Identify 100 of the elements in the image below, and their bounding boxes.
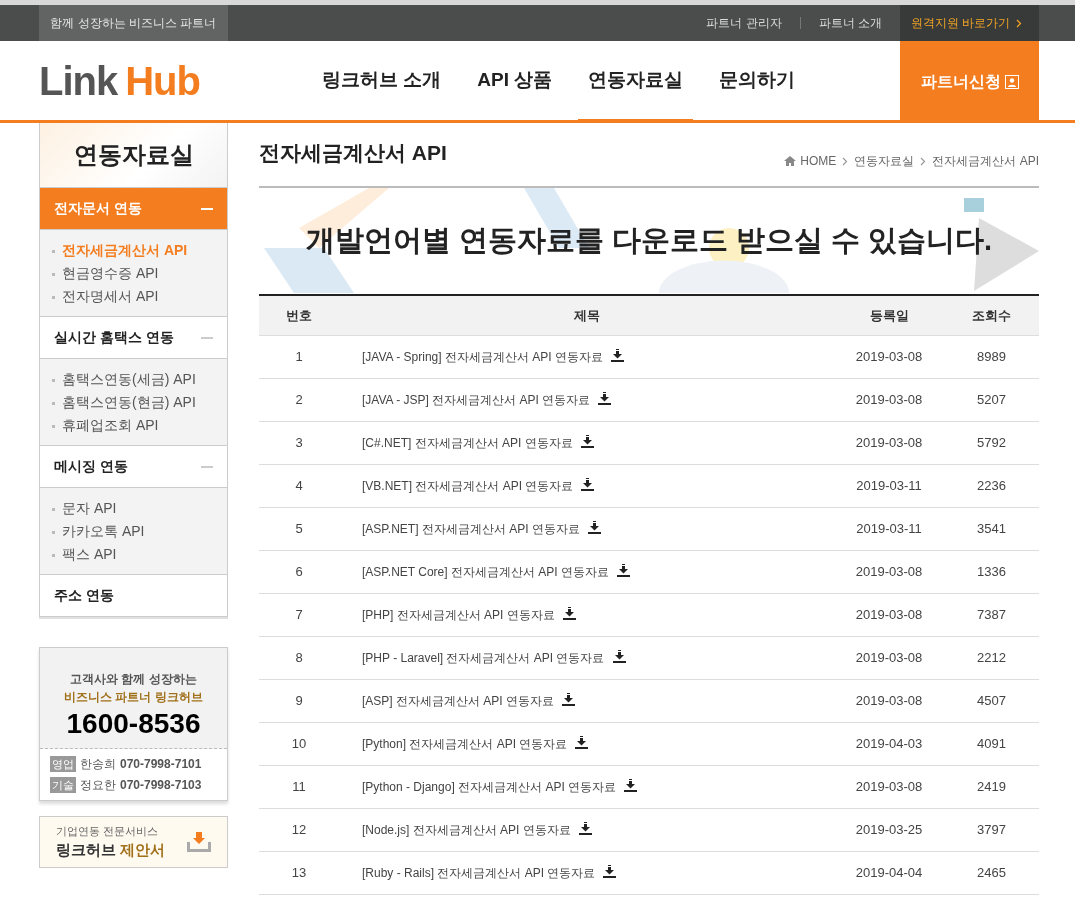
table-cell-text: 9 — [294, 692, 304, 711]
column-header: 번호 — [285, 306, 313, 325]
breadcrumb-link[interactable]: 전자세금계산서 API — [932, 152, 1039, 170]
download-icon[interactable] — [598, 392, 612, 405]
title-link[interactable]: [PHP] 전자세금계산서 API 연동자료 — [362, 608, 555, 622]
chevron-right-icon — [920, 156, 927, 166]
table-cell-text: 12 — [290, 821, 308, 840]
table-cell-text: 4091 — [976, 735, 1007, 754]
column-header: 제목 — [572, 306, 601, 325]
download-icon[interactable] — [612, 650, 626, 663]
remote-support-link[interactable]: 원격지원 바로가기 — [900, 5, 1039, 41]
sidebar-item[interactable]: 카카오톡 API — [52, 521, 215, 541]
staff-name: 한송희 — [80, 756, 116, 773]
proposal-caption: 기업연동 전문서비스 — [56, 823, 160, 839]
nav-tab[interactable]: 링크허브 소개 — [312, 41, 452, 123]
title-link[interactable]: [Ruby - Rails] 전자세금계산서 API 연동자료 — [362, 866, 596, 880]
banner-text: 개발언어별 연동자료를 다운로드 받으실 수 있습니다. — [305, 223, 993, 259]
page-title: 전자세금계산서 API — [259, 139, 447, 166]
table-cell-text: 2019-04-03 — [854, 735, 924, 754]
table-cell-text: 2019-03-11 — [855, 520, 923, 539]
breadcrumb-link[interactable]: 연동자료실 — [854, 152, 915, 170]
title-link[interactable]: [Python - Django] 전자세금계산서 API 연동자료 — [362, 780, 617, 794]
table-cell-text: 2019-03-08 — [854, 434, 924, 453]
nav-tab[interactable]: 문의하기 — [709, 41, 806, 123]
home-icon — [784, 156, 797, 166]
table-cell-text: 2019-03-08 — [854, 348, 924, 367]
title-link[interactable]: [ASP.NET] 전자세금계산서 API 연동자료 — [362, 522, 580, 536]
table-cell-text: 6 — [294, 563, 304, 582]
table-cell-text: 2212 — [976, 649, 1007, 668]
table-cell-text: 4507 — [976, 692, 1007, 711]
table-cell-text: 2019-03-11 — [855, 477, 923, 496]
sidebar-item[interactable]: 휴폐업조회 API — [52, 415, 215, 435]
sidebar-item[interactable]: 홈택스연동(현금) API — [52, 392, 215, 412]
download-icon[interactable] — [578, 822, 592, 835]
proposal-title: 링크허브 제안서 — [56, 840, 166, 860]
sidebar-item[interactable]: 현금영수증 API — [52, 263, 215, 283]
title-link[interactable]: [JAVA - Spring] 전자세금계산서 API 연동자료 — [362, 350, 603, 364]
sidebar-item[interactable]: 전자명세서 API — [52, 286, 215, 306]
download-icon[interactable] — [562, 607, 576, 620]
staff-phone: 070-7998-7103 — [120, 777, 202, 794]
tagline: 함께 성장하는 비즈니스 파트너 — [39, 5, 228, 41]
table-cell-text: 2019-03-08 — [854, 606, 924, 625]
title-link[interactable]: [VB.NET] 전자세금계산서 API 연동자료 — [362, 479, 574, 493]
chevron-right-icon — [1016, 18, 1023, 28]
logo[interactable]: Link Hub — [39, 41, 289, 120]
breadcrumb-link[interactable]: HOME — [800, 152, 837, 170]
table-cell-text: 2019-03-08 — [854, 391, 924, 410]
title-link[interactable]: [ASP] 전자세금계산서 API 연동자료 — [362, 694, 555, 708]
table-cell-text: 7 — [294, 606, 304, 625]
title-link[interactable]: [Python] 전자세금계산서 API 연동자료 — [362, 737, 568, 751]
title-link[interactable]: [ASP.NET Core] 전자세금계산서 API 연동자료 — [362, 565, 609, 579]
table-cell-text: 2019-03-08 — [854, 649, 924, 668]
table-cell-text: 2019-04-04 — [854, 864, 924, 883]
title-link[interactable]: [PHP - Laravel] 전자세금계산서 API 연동자료 — [362, 651, 605, 665]
sidebar-item[interactable]: 팩스 API — [52, 544, 215, 564]
title-link[interactable]: [JAVA - JSP] 전자세금계산서 API 연동자료 — [362, 393, 591, 407]
table-cell-text: 5792 — [976, 434, 1007, 453]
sidebar-item[interactable]: 문자 API — [52, 498, 215, 518]
role-label: 영업 — [50, 755, 76, 773]
table-cell-text: 1336 — [976, 563, 1007, 582]
download-icon[interactable] — [610, 349, 624, 362]
download-icon[interactable] — [603, 865, 617, 878]
title-link[interactable]: [C#.NET] 전자세금계산서 API 연동자료 — [362, 436, 573, 450]
table-cell-text: 2 — [294, 391, 304, 410]
download-icon[interactable] — [616, 564, 630, 577]
table-cell-text: 1 — [294, 348, 304, 367]
chevron-right-icon — [842, 156, 849, 166]
table-cell-text: 3541 — [976, 520, 1007, 539]
role-label: 기술 — [50, 776, 76, 794]
table-cell-text: 2019-03-08 — [854, 778, 924, 797]
sidebar-title: 연동자료실 — [73, 140, 194, 170]
sidebar-item[interactable]: 홈택스연동(세금) API — [52, 369, 215, 389]
download-icon[interactable] — [581, 478, 595, 491]
download-icon[interactable] — [575, 736, 589, 749]
nav-tab[interactable]: 연동자료실 — [578, 41, 694, 123]
table-cell-text: 3797 — [976, 821, 1007, 840]
table-cell-text: 2019-03-08 — [854, 692, 924, 711]
table-cell-text: 13 — [290, 864, 308, 883]
table-cell-text: 4 — [294, 477, 304, 496]
nav-tab[interactable]: API 상품 — [467, 41, 563, 123]
table-cell-text: 2236 — [976, 477, 1007, 496]
table-cell-text: 5207 — [976, 391, 1007, 410]
table-cell-text: 3 — [294, 434, 304, 453]
contact-tagline: 비즈니스 파트너 링크허브 — [64, 689, 203, 706]
top-link[interactable]: 파트너 소개 — [800, 5, 900, 41]
top-link[interactable]: 파트너 관리자 — [688, 5, 800, 41]
download-icon[interactable] — [562, 693, 576, 706]
download-icon — [187, 832, 211, 852]
table-cell-text: 2419 — [976, 778, 1007, 797]
table-cell-text: 10 — [290, 735, 308, 754]
staff-name: 정요한 — [80, 777, 116, 794]
title-link[interactable]: [Node.js] 전자세금계산서 API 연동자료 — [362, 823, 571, 837]
download-icon[interactable] — [624, 779, 638, 792]
table-cell-text: 7387 — [976, 606, 1007, 625]
download-icon[interactable] — [580, 435, 594, 448]
download-icon[interactable] — [587, 521, 601, 534]
table-cell-text: 8989 — [976, 348, 1007, 367]
proposal-banner[interactable]: 기업연동 전문서비스 링크허브 제안서 — [39, 816, 228, 868]
column-header: 등록일 — [868, 306, 910, 325]
contact-tagline: 고객사와 함께 성장하는 — [70, 671, 197, 688]
